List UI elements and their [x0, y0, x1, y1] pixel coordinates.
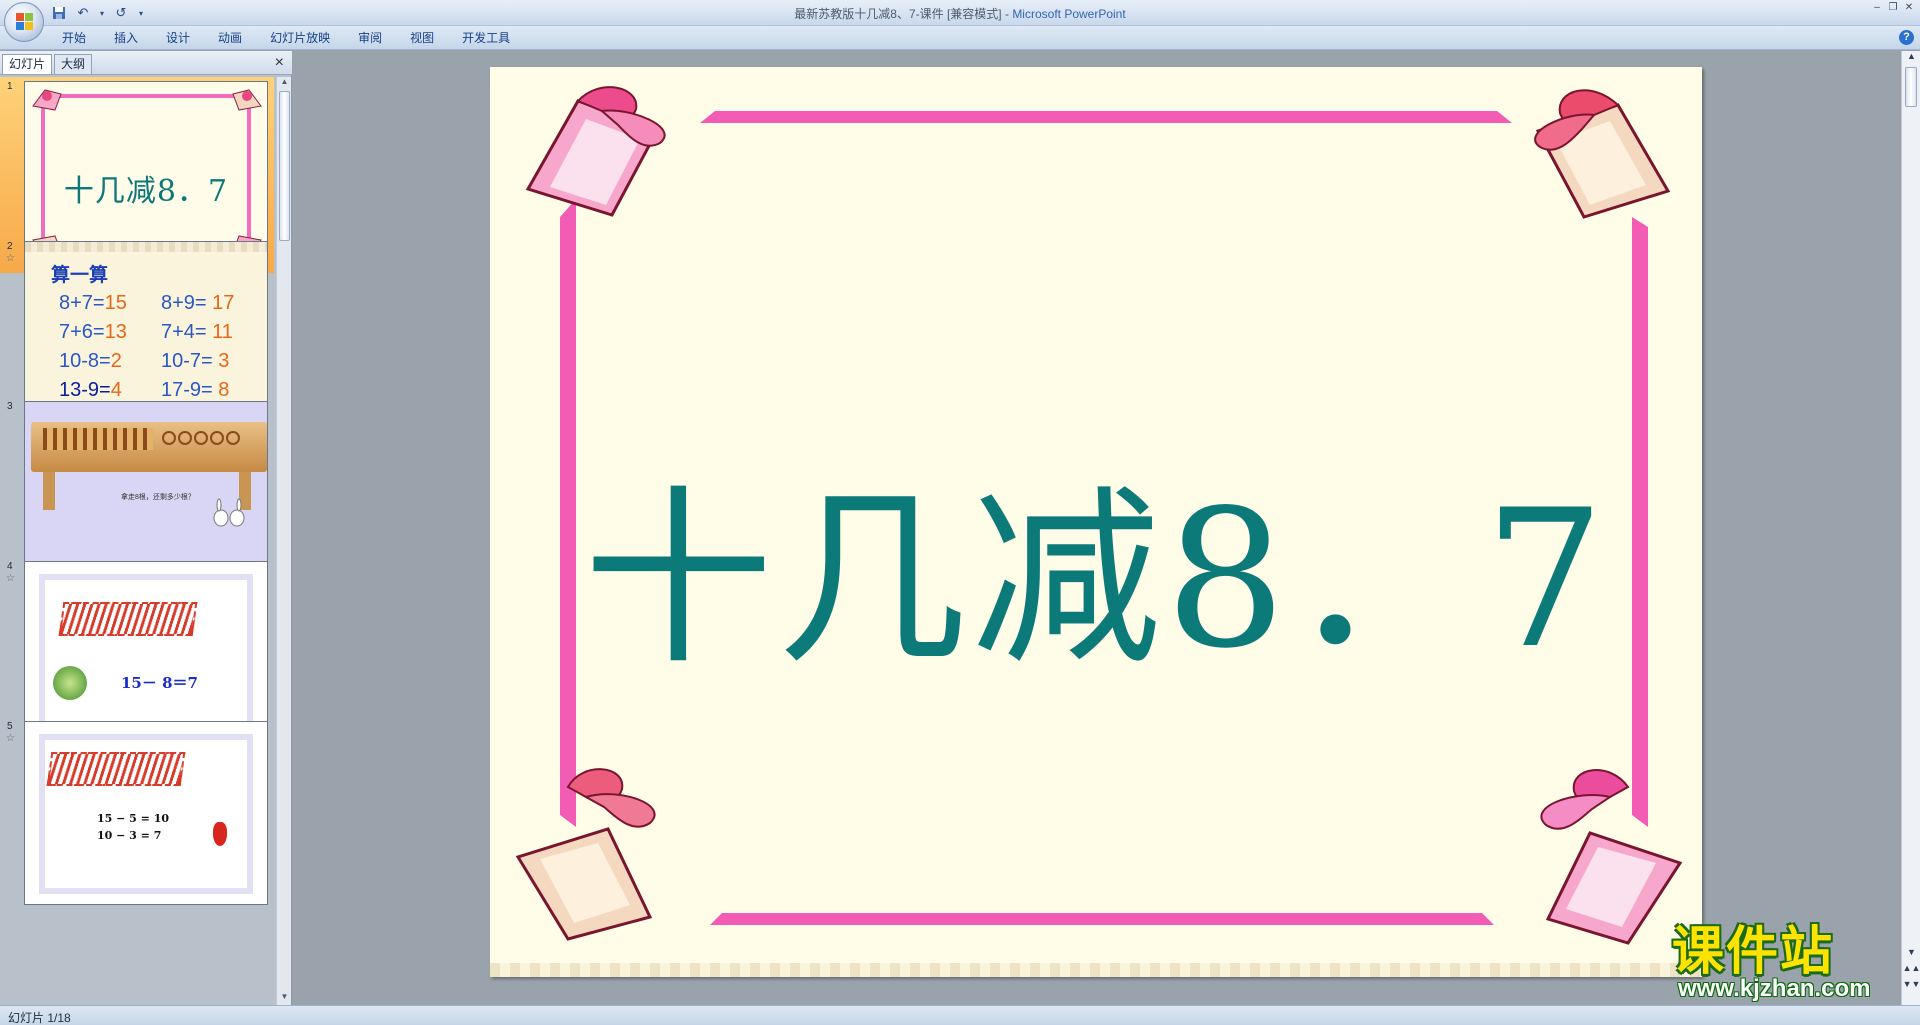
equation-line: 10 − 3 = 7: [97, 829, 162, 842]
minimize-icon[interactable]: –: [1870, 2, 1884, 14]
scroll-down-icon[interactable]: ▼: [277, 992, 292, 1005]
scroll-up-icon[interactable]: ▲: [277, 77, 292, 90]
thumbnails-scrollbar[interactable]: ▲ ▼: [276, 77, 291, 1005]
slide-title: 十几减8．7: [63, 174, 229, 209]
gift-bow-icon: [515, 768, 656, 941]
slide-equations: 15 − 5 = 10 10 − 3 = 7: [97, 810, 169, 844]
slide-number: 3: [7, 401, 13, 412]
tab-insert[interactable]: 插入: [100, 30, 152, 46]
equation: 10-8=2: [59, 350, 122, 372]
close-icon[interactable]: ✕: [1902, 2, 1916, 14]
slide-frame: [39, 574, 253, 734]
slides-pane: 幻灯片 大纲 × 1 十几减8．7 2 ☆ 算一算 8+7=15 8+9= 17…: [0, 51, 292, 1005]
help-icon[interactable]: ?: [1899, 30, 1914, 45]
scroll-up-icon[interactable]: ▲: [1902, 51, 1920, 65]
ribbon: 开始 插入 设计 动画 幻灯片放映 审阅 视图 开发工具 ?: [0, 26, 1920, 50]
tab-animations[interactable]: 动画: [204, 30, 256, 46]
slide-title[interactable]: 十几减8．7: [490, 485, 1702, 675]
sticks-illustration: [58, 602, 198, 636]
next-slide-icon[interactable]: ▼▼: [1902, 979, 1920, 993]
equation: 10-7= 3: [161, 350, 230, 372]
tab-slides[interactable]: 幻灯片: [2, 54, 53, 74]
scrollbar-thumb[interactable]: [279, 91, 290, 241]
scroll-down-icon[interactable]: ▼: [1902, 947, 1920, 961]
radish-icon: [213, 822, 227, 846]
slide-number: 5: [7, 721, 13, 732]
office-button[interactable]: [4, 2, 44, 42]
slide-number: 2: [7, 241, 13, 252]
window-controls: – ❐ ✕: [1870, 2, 1916, 14]
app-name: Microsoft PowerPoint: [1012, 7, 1126, 21]
slide-heading: 算一算: [51, 265, 109, 286]
gift-bow-icon: [32, 89, 62, 111]
previous-slide-icon[interactable]: ▲▲: [1902, 963, 1920, 977]
scrollbar-thumb[interactable]: [1905, 67, 1917, 107]
stick-bundles-icon: [162, 431, 240, 445]
tab-design[interactable]: 设计: [152, 30, 204, 46]
slide-number: 1: [7, 81, 13, 92]
slide-thumbnail-5[interactable]: 5 ☆ 15 − 5 = 10 10 − 3 = 7: [0, 717, 274, 913]
equation-line: 15 − 5 = 10: [97, 812, 170, 825]
watermark-logo: 课件站 www.kjzhan.com: [1672, 924, 1904, 1002]
gift-bow-icon: [525, 86, 666, 217]
slide-preview[interactable]: 15 − 5 = 10 10 − 3 = 7: [24, 721, 268, 905]
animation-star-icon: ☆: [6, 573, 15, 584]
equation-row: 10-8=2 10-7= 3: [59, 350, 267, 379]
tab-view[interactable]: 视图: [396, 30, 448, 46]
office-logo-icon: [16, 13, 34, 31]
close-pane-icon[interactable]: ×: [275, 54, 284, 72]
tab-slide-show[interactable]: 幻灯片放映: [256, 30, 344, 46]
animation-star-icon: ☆: [6, 733, 15, 744]
current-slide[interactable]: 十几减8．7: [490, 67, 1702, 977]
equation: 7+6=13: [59, 321, 127, 343]
slide-thumbnails: 1 十几减8．7 2 ☆ 算一算 8+7=15 8+9= 17 7+6=13 7…: [0, 77, 274, 1005]
ribbon-tabs: 开始 插入 设计 动画 幻灯片放映 审阅 视图 开发工具: [48, 30, 524, 46]
slide-editing-area: 十几减8．7: [292, 51, 1901, 1005]
arithmetic-grid: 8+7=15 8+9= 17 7+6=13 7+4= 11 10-8=2 10-…: [59, 292, 267, 408]
document-title: 最新苏教版十几减8、7-课件 [兼容模式] -: [794, 7, 1013, 21]
equation-row: 7+6=13 7+4= 11: [59, 321, 267, 350]
rabbits-icon: [213, 498, 245, 527]
tab-review[interactable]: 审阅: [344, 30, 396, 46]
gift-bow-icon: [1540, 769, 1683, 945]
sticks-illustration: [46, 752, 186, 786]
tab-outline[interactable]: 大纲: [54, 54, 93, 74]
equation: 7+4= 11: [161, 321, 233, 343]
pane-tabs: 幻灯片 大纲 ×: [0, 51, 292, 75]
window-title: 最新苏教版十几减8、7-课件 [兼容模式] - Microsoft PowerP…: [0, 5, 1920, 22]
slide-scrollbar[interactable]: ▲ ▼ ▲▲ ▼▼: [1901, 51, 1920, 1005]
restore-icon[interactable]: ❐: [1886, 2, 1900, 14]
slide-bottom-border: [490, 963, 1702, 977]
slide-number: 4: [7, 561, 13, 572]
gift-bow-icon: [232, 89, 262, 111]
watermark-url: www.kjzhan.com: [1678, 975, 1871, 1002]
equation: 8+7=15: [59, 292, 127, 314]
status-bar: 幻灯片 1/18: [0, 1005, 1920, 1025]
animation-star-icon: ☆: [6, 253, 15, 264]
equation-row: 8+7=15 8+9= 17: [59, 292, 267, 321]
cabbage-icon: [53, 666, 87, 700]
equation: 8+9= 17: [161, 292, 235, 314]
slide-equation: 15－ 8＝7: [121, 674, 198, 692]
tab-home[interactable]: 开始: [48, 30, 100, 46]
watermark-text: 课件站: [1672, 923, 1835, 981]
sticks-illustration: [43, 428, 153, 450]
slide-caption: 拿走8根，还剩多少根？: [121, 494, 195, 501]
gift-bow-icon: [1534, 89, 1671, 219]
slide-indicator: 幻灯片 1/18: [8, 1011, 71, 1025]
tab-developer[interactable]: 开发工具: [448, 30, 524, 46]
slide-border: [25, 242, 267, 252]
title-bar: ↶ ▾ ↺ ▾ 最新苏教版十几减8、7-课件 [兼容模式] - Microsof…: [0, 0, 1920, 26]
